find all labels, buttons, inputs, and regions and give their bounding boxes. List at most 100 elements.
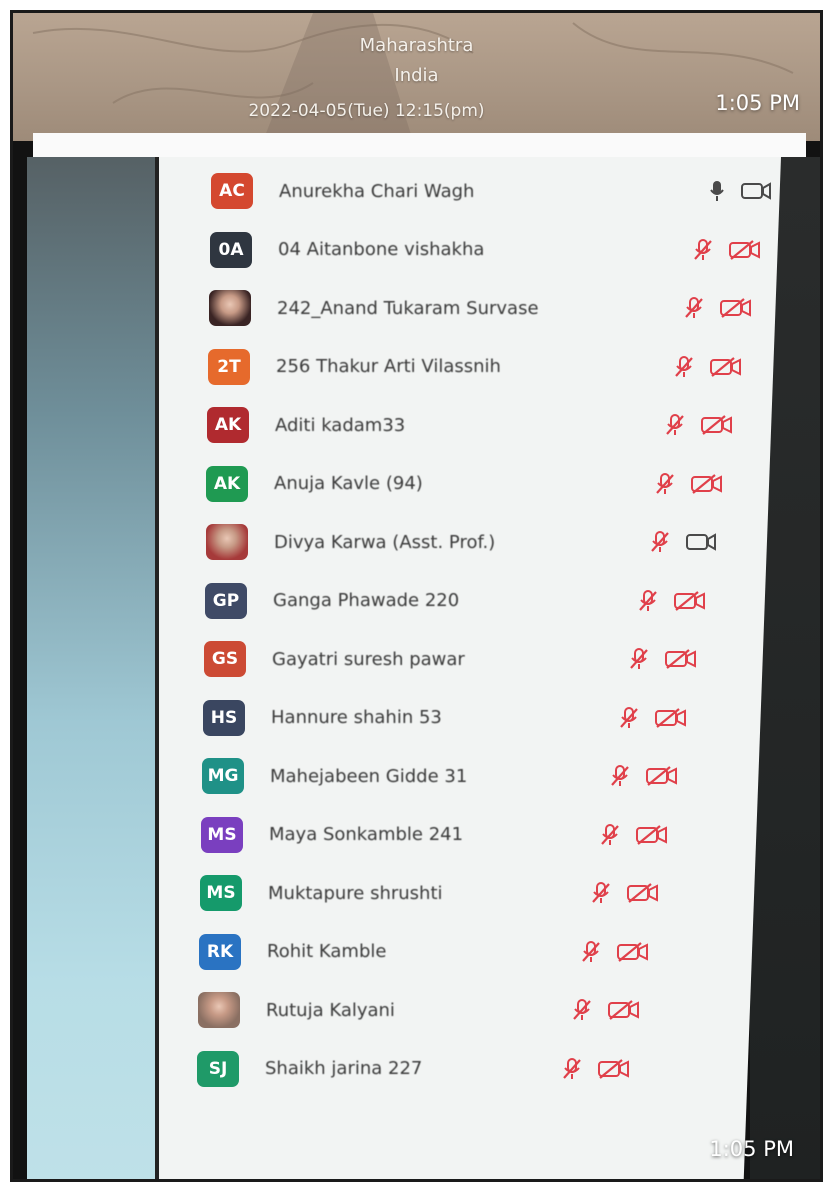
participant-initials-avatar: RK <box>199 933 241 970</box>
screen-top-strip <box>33 133 806 157</box>
participant-row[interactable]: MS Muktapure shrushti <box>200 871 749 915</box>
participant-row[interactable]: HS Hannure shahin 53 <box>203 696 755 740</box>
participant-photo-avatar <box>198 992 240 1028</box>
participant-name: Hannure shahin 53 <box>271 707 442 728</box>
participant-status-icons <box>674 355 742 378</box>
microphone-muted-icon[interactable] <box>572 999 592 1021</box>
microphone-muted-icon[interactable] <box>610 765 630 787</box>
participant-name: Maya Sonkamble 241 <box>269 824 464 845</box>
participant-row[interactable]: Divya Karwa (Asst. Prof.) <box>206 520 761 564</box>
microphone-muted-icon[interactable] <box>581 940 601 963</box>
video-camera-icon[interactable] <box>741 182 771 200</box>
participant-row[interactable]: Rutuja Kalyani <box>198 988 745 1032</box>
participant-status-icons <box>655 472 723 495</box>
participant-status-icons <box>600 823 668 846</box>
participant-name: 04 Aitanbone vishakha <box>278 239 485 260</box>
microphone-muted-icon[interactable] <box>591 882 611 904</box>
participant-name: Anuja Kavle (94) <box>274 473 423 494</box>
participant-row[interactable]: GP Ganga Phawade 220 <box>205 579 759 623</box>
participant-name: Aditi kadam33 <box>275 414 406 436</box>
participant-initials-avatar: MS <box>200 875 242 911</box>
participant-name: Divya Karwa (Asst. Prof.) <box>274 531 496 553</box>
participant-status-icons <box>684 297 752 319</box>
microphone-muted-icon[interactable] <box>693 238 713 261</box>
video-camera-off-icon[interactable] <box>710 356 742 377</box>
participant-name: Ganga Phawade 220 <box>273 590 460 611</box>
video-camera-off-icon[interactable] <box>627 883 659 903</box>
participant-row[interactable]: GS Gayatri suresh pawar <box>204 637 757 681</box>
participant-name: Gayatri suresh pawar <box>272 648 465 670</box>
microphone-muted-icon[interactable] <box>638 589 658 612</box>
participant-name: Muktapure shrushti <box>268 882 443 904</box>
microphone-muted-icon[interactable] <box>684 297 704 319</box>
participant-status-icons <box>610 765 678 787</box>
participant-status-icons <box>638 589 706 612</box>
participant-row[interactable]: AC Anurekha Chari Wagh <box>211 169 771 213</box>
participant-photo-avatar <box>206 524 248 560</box>
video-camera-off-icon[interactable] <box>608 1000 640 1020</box>
participant-status-icons <box>572 999 640 1021</box>
participant-status-icons <box>581 940 649 963</box>
participant-row[interactable]: MS Maya Sonkamble 241 <box>201 813 751 857</box>
participant-status-icons <box>591 882 659 904</box>
timestamp-bottom: 1:05 PM <box>709 1137 794 1161</box>
participant-row[interactable]: 2T 256 Thakur Arti Vilassnih <box>208 345 765 389</box>
location-datetime: 2022-04-05(Tue) 12:15(pm) <box>248 101 485 121</box>
participant-row[interactable]: RK Rohit Kamble <box>199 930 747 974</box>
participant-initials-avatar: AK <box>207 407 249 443</box>
participant-name: 256 Thakur Arti Vilassnih <box>276 356 501 377</box>
participant-row[interactable]: MG Mahejabeen Gidde 31 <box>202 754 753 798</box>
microphone-muted-icon[interactable] <box>665 414 685 436</box>
microphone-muted-icon[interactable] <box>650 531 670 553</box>
participant-name: Mahejabeen Gidde 31 <box>270 765 468 787</box>
background-left <box>27 157 157 1179</box>
microphone-muted-icon[interactable] <box>562 1057 582 1080</box>
participant-row[interactable]: 0A 04 Aitanbone vishakha <box>210 228 769 272</box>
video-camera-off-icon[interactable] <box>691 473 723 494</box>
timestamp-top: 1:05 PM <box>715 91 800 115</box>
participant-initials-avatar: 2T <box>208 348 250 385</box>
participant-row[interactable]: AK Anuja Kavle (94) <box>206 462 761 506</box>
video-camera-off-icon[interactable] <box>655 707 687 728</box>
microphone-muted-icon[interactable] <box>600 823 620 846</box>
participant-initials-avatar: AC <box>211 173 253 209</box>
video-camera-off-icon[interactable] <box>636 824 668 845</box>
video-camera-off-icon[interactable] <box>729 239 761 260</box>
microphone-muted-icon[interactable] <box>629 648 649 670</box>
participant-initials-avatar: HS <box>203 699 245 736</box>
participant-status-icons <box>665 414 733 436</box>
video-camera-off-icon[interactable] <box>617 941 649 962</box>
participant-initials-avatar: SJ <box>197 1050 239 1087</box>
video-camera-off-icon[interactable] <box>598 1058 630 1079</box>
participant-row[interactable]: AK Aditi kadam33 <box>207 403 763 447</box>
video-camera-off-icon[interactable] <box>646 766 678 786</box>
participant-name: Shaikh jarina 227 <box>265 1058 423 1079</box>
photo-frame: Maharashtra India 2022-04-05(Tue) 12:15(… <box>10 10 823 1182</box>
video-camera-off-icon[interactable] <box>720 298 752 318</box>
participant-status-icons <box>693 238 761 261</box>
participant-photo-avatar <box>209 290 251 326</box>
participant-initials-avatar: GP <box>205 582 247 619</box>
participant-name: Anurekha Chari Wagh <box>279 180 475 202</box>
video-camera-off-icon[interactable] <box>674 590 706 611</box>
participant-name: Rutuja Kalyani <box>266 999 395 1021</box>
location-state: Maharashtra <box>359 35 474 56</box>
video-camera-off-icon[interactable] <box>701 415 733 435</box>
participant-status-icons <box>709 180 771 202</box>
participant-initials-avatar: GS <box>204 641 246 677</box>
microphone-muted-icon[interactable] <box>674 355 694 378</box>
location-country: India <box>394 65 439 86</box>
participant-row[interactable]: SJ Shaikh jarina 227 <box>197 1047 743 1091</box>
video-camera-icon[interactable] <box>686 533 716 551</box>
participant-name: 242_Anand Tukaram Survase <box>277 297 539 319</box>
video-camera-off-icon[interactable] <box>665 649 697 669</box>
location-stamp-banner: Maharashtra India 2022-04-05(Tue) 12:15(… <box>13 13 820 141</box>
participant-initials-avatar: MS <box>201 816 243 853</box>
microphone-muted-icon[interactable] <box>655 472 675 495</box>
participant-initials-avatar: AK <box>206 465 248 502</box>
microphone-icon[interactable] <box>709 180 725 202</box>
participant-row[interactable]: 242_Anand Tukaram Survase <box>209 286 767 330</box>
participant-panel: AC Anurekha Chari Wagh 0A 04 Aitanbone vish… <box>155 157 781 1179</box>
microphone-muted-icon[interactable] <box>619 706 639 729</box>
participant-status-icons <box>562 1057 630 1080</box>
